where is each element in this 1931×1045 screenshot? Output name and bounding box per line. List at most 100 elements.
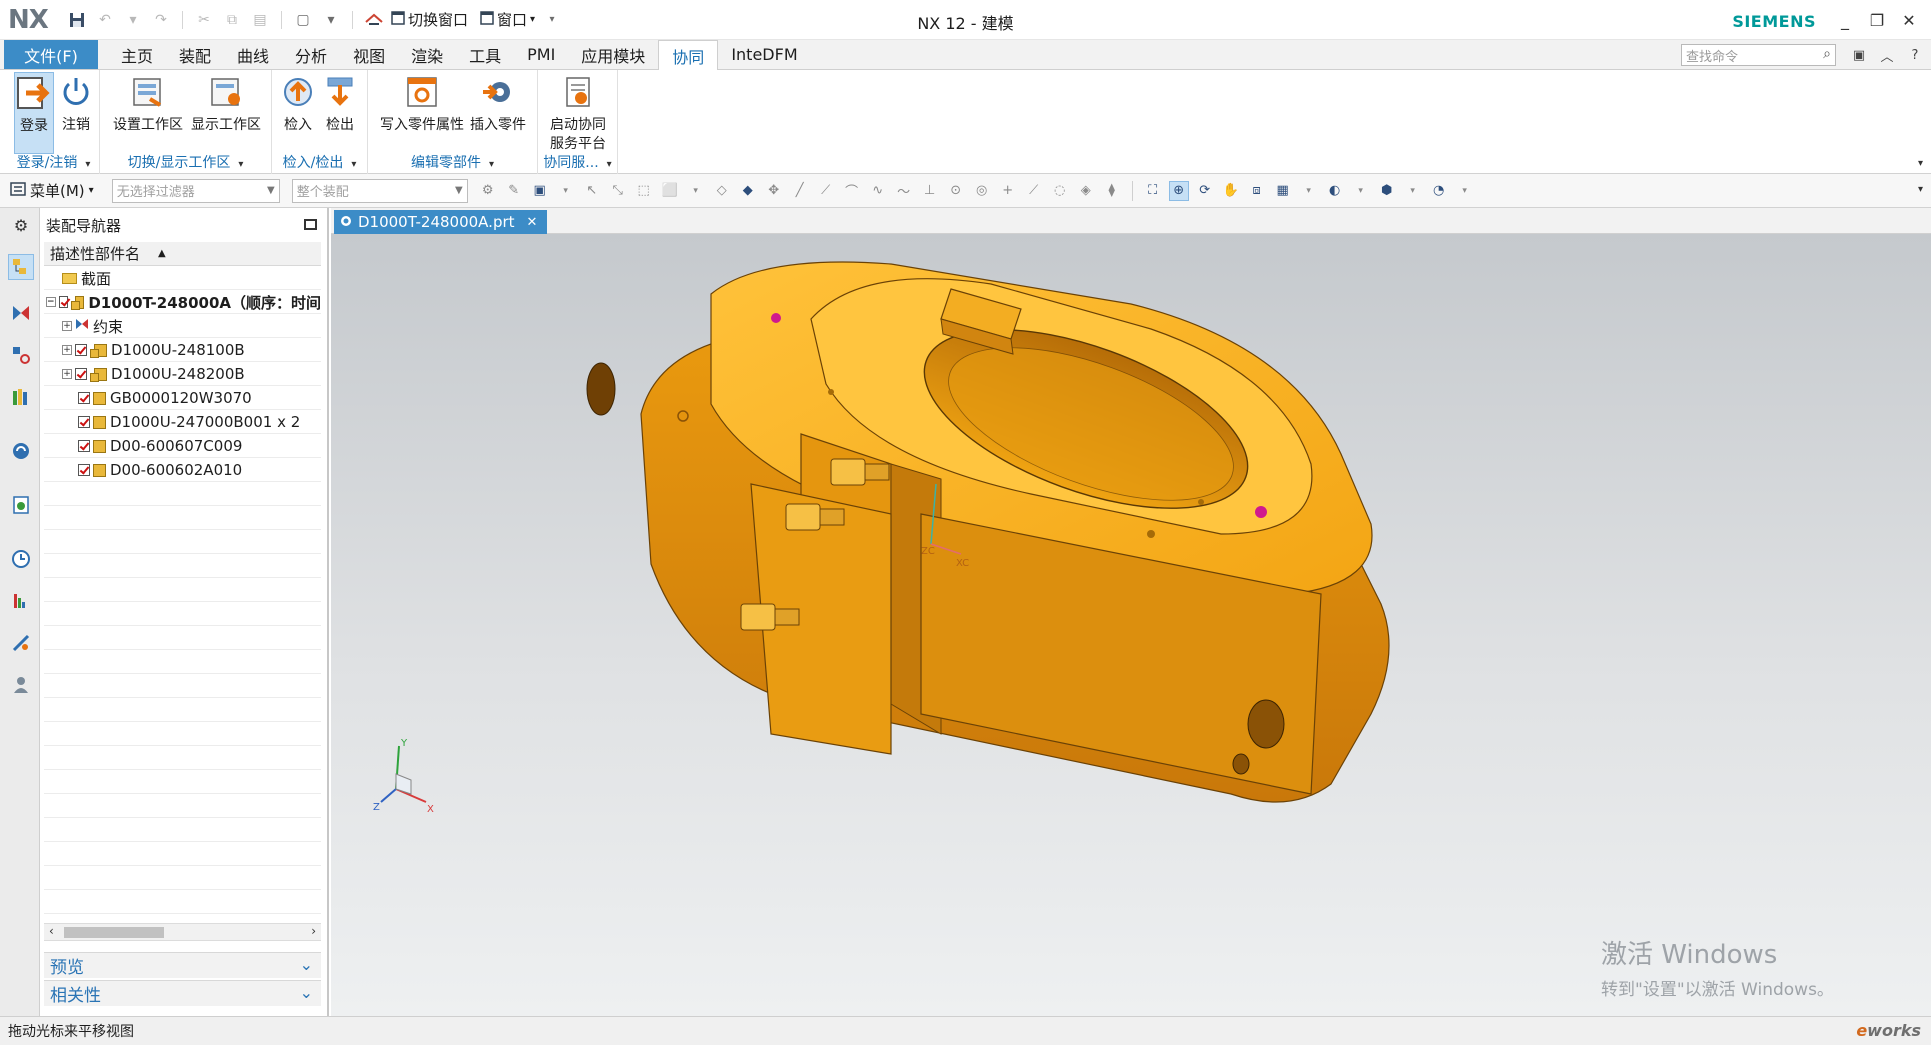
deselect-icon[interactable]: ⬚ (634, 181, 654, 201)
reuse-library-icon[interactable] (8, 384, 34, 410)
ribbon-options-icon[interactable]: ▣ (1849, 45, 1869, 65)
show-workspace-button[interactable]: 显示工作区 (188, 72, 264, 135)
tab-pmi[interactable]: PMI (514, 40, 568, 69)
history-icon[interactable] (8, 546, 34, 572)
customize-qat-icon[interactable]: ▾ (541, 9, 563, 31)
snap-quadrant-icon[interactable]: ◎ (972, 181, 992, 201)
selection-filter-dropdown[interactable]: 无选择过滤器 ▼ (111, 178, 280, 203)
cut-icon[interactable]: ✂ (193, 9, 215, 31)
dependency-panel-header[interactable]: 相关性 ⌄ (44, 980, 321, 1006)
check-out-button[interactable]: 检出 (320, 72, 360, 135)
login-button[interactable]: 登录 (14, 72, 54, 154)
section-dropdown-icon[interactable]: ▾ (1403, 181, 1423, 201)
roles-icon[interactable] (8, 672, 34, 698)
command-search-input[interactable]: 查找命令 ⌕ (1681, 44, 1836, 66)
expand-icon[interactable]: + (62, 369, 72, 379)
orient-dropdown-icon[interactable]: ▾ (1299, 181, 1319, 201)
constraint-navigator-icon[interactable] (8, 300, 34, 326)
selection-scope-dropdown[interactable]: 整个装配 ▼ (291, 178, 468, 203)
toolbar-overflow-icon[interactable]: ▾ (1918, 184, 1923, 195)
ribbon-group-label[interactable]: 协同服... ▾ (538, 152, 617, 172)
snap-point-on-surface-icon[interactable]: ◌ (1050, 181, 1070, 201)
write-part-attributes-button[interactable]: 写入零件属性 (378, 72, 466, 135)
scroll-right-icon[interactable]: › (311, 924, 316, 938)
collapse-ribbon-icon[interactable]: ︿ (1877, 45, 1897, 65)
tree-row-subassembly[interactable]: + D1000U-248100B (44, 338, 321, 362)
tab-curve[interactable]: 曲线 (224, 40, 282, 69)
snap-intersection-icon[interactable]: ∿ (868, 181, 888, 201)
show-hide-icon[interactable]: ◔ (1429, 181, 1449, 201)
ribbon-group-label[interactable]: 检入/检出 ▾ (272, 152, 367, 172)
launch-collab-platform-button[interactable]: 启动协同 服务平台 (542, 72, 614, 154)
close-tab-icon[interactable]: ✕ (527, 215, 538, 230)
repeat-dropdown-icon[interactable]: ▾ (320, 9, 342, 31)
tab-render[interactable]: 渲染 (398, 40, 456, 69)
snap-point-on-curve-icon[interactable]: ⟋ (1024, 181, 1044, 201)
zoom-icon[interactable]: ⊕ (1168, 180, 1189, 201)
rectangle-select-icon[interactable]: ⬜ (660, 181, 680, 201)
scroll-left-icon[interactable]: ‹ (49, 924, 54, 938)
show-hide-dropdown-icon[interactable]: ▾ (1455, 181, 1475, 201)
rotate-view-icon[interactable]: ⟳ (1195, 181, 1215, 201)
tab-file[interactable]: 文件(F) (4, 40, 98, 69)
scrollbar-thumb[interactable] (64, 927, 164, 938)
tab-home[interactable]: 主页 (108, 40, 166, 69)
select-all-icon[interactable]: ⤡ (608, 181, 628, 201)
repeat-command-icon[interactable]: ▢ (292, 9, 314, 31)
snap-tangent-icon[interactable]: ⊥ (920, 181, 940, 201)
type-filter-dropdown-icon[interactable]: ▾ (556, 181, 576, 201)
visibility-checkbox[interactable] (75, 344, 87, 356)
visibility-checkbox[interactable] (78, 392, 90, 404)
expand-icon[interactable]: + (62, 345, 72, 355)
undo-icon[interactable]: ↶ (94, 9, 116, 31)
tab-tools[interactable]: 工具 (456, 40, 514, 69)
select-feature-icon[interactable]: ✎ (504, 181, 524, 201)
tree-row-sections[interactable]: 截面 (44, 266, 321, 290)
paste-icon[interactable]: ▤ (249, 9, 271, 31)
tree-row-constraints[interactable]: + 约束 (44, 314, 321, 338)
visibility-checkbox[interactable] (75, 368, 87, 380)
snap-arc-center-icon[interactable]: ⊙ (946, 181, 966, 201)
select-pointer-icon[interactable]: ↖ (582, 181, 602, 201)
hd3d-tools-icon[interactable] (8, 438, 34, 464)
tree-row-part[interactable]: D00-600602A010 (44, 458, 321, 482)
menu-button[interactable]: 菜单(M) ▾ (10, 180, 94, 201)
tab-intedfm[interactable]: InteDFM (718, 40, 810, 69)
visibility-checkbox[interactable] (78, 464, 90, 476)
tree-row-part[interactable]: GB0000120W3070 (44, 386, 321, 410)
edit-section-icon[interactable]: ⬢ (1377, 181, 1397, 201)
process-studio-icon[interactable] (8, 588, 34, 614)
orient-view-icon[interactable]: ▦ (1273, 181, 1293, 201)
snap-bounded-grid-icon[interactable]: ◈ (1076, 181, 1096, 201)
type-filter-icon[interactable]: ▣ (530, 181, 550, 201)
snap-pole-icon[interactable]: ⧫ (1102, 181, 1122, 201)
web-browser-icon[interactable] (8, 492, 34, 518)
tree-row-subassembly[interactable]: + D1000U-248200B (44, 362, 321, 386)
minimize-icon[interactable]: _ (1831, 6, 1859, 34)
manufacturing-wizard-icon[interactable] (8, 630, 34, 656)
touch-mode-icon[interactable] (363, 9, 385, 31)
visibility-checkbox[interactable] (78, 416, 90, 428)
collapse-icon[interactable]: − (46, 297, 56, 307)
tree-row-root-assembly[interactable]: − D1000T-248000A（顺序：时间 (44, 290, 321, 314)
tab-analysis[interactable]: 分析 (282, 40, 340, 69)
document-tab[interactable]: D1000T-248000A.prt ✕ (334, 210, 548, 234)
resource-bar-settings-icon[interactable]: ⚙ (8, 212, 34, 238)
perspective-icon[interactable]: ⧈ (1247, 181, 1267, 201)
tree-row-part[interactable]: D00-600607C009 (44, 434, 321, 458)
tab-assembly[interactable]: 装配 (166, 40, 224, 69)
close-icon[interactable]: ✕ (1895, 6, 1923, 34)
general-selection-icon[interactable]: ⚙ (478, 181, 498, 201)
select-body-icon[interactable]: ◆ (738, 181, 758, 201)
switch-window-button[interactable]: 切换窗口 (391, 9, 468, 30)
move-handle-icon[interactable]: ✥ (764, 181, 784, 201)
check-in-button[interactable]: 检入 (278, 72, 318, 135)
fit-view-icon[interactable]: ⛶ (1143, 181, 1163, 201)
column-header-part-name[interactable]: 描述性部件名 ▲ (44, 242, 321, 266)
window-menu-button[interactable]: 窗口 ▾ (480, 9, 535, 30)
render-style-dropdown-icon[interactable]: ▾ (1351, 181, 1371, 201)
tab-view[interactable]: 视图 (340, 40, 398, 69)
tree-row-part[interactable]: D1000U-247000B001 x 2 (44, 410, 321, 434)
logout-button[interactable]: 注销 (56, 72, 96, 135)
set-workspace-button[interactable]: 设置工作区 (110, 72, 186, 135)
